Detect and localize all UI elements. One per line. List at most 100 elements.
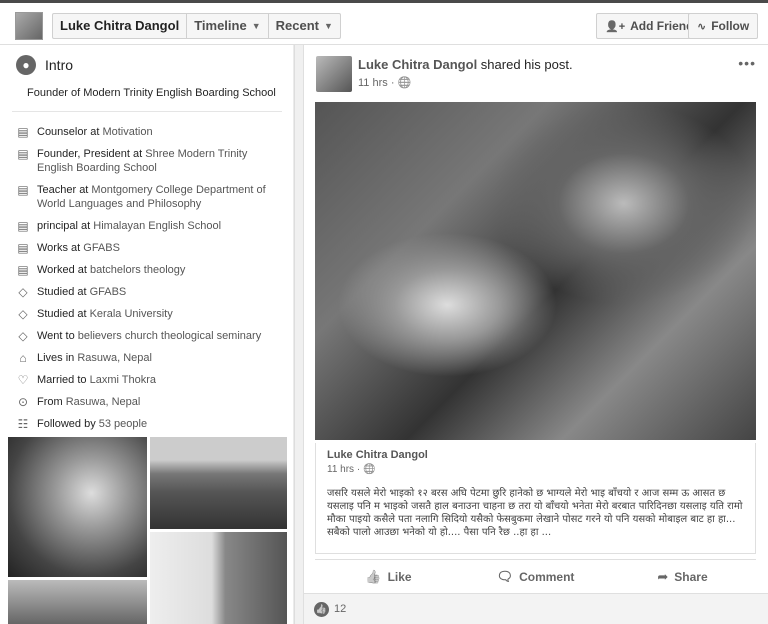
briefcase-icon: ▤ xyxy=(17,183,29,197)
scrollbar[interactable] xyxy=(294,45,303,624)
intro-item-text: Studied at Kerala University xyxy=(37,307,173,321)
intro-item-link[interactable]: Motivation xyxy=(102,126,152,138)
graduation-cap-icon: ◇ xyxy=(18,329,28,343)
intro-item-link[interactable]: Kerala University xyxy=(90,308,173,320)
timeline-label: Timeline xyxy=(194,18,247,33)
intro-item-prefix: Studied at xyxy=(37,308,90,320)
intro-item-link[interactable]: Himalayan English School xyxy=(93,220,221,232)
intro-item-link[interactable]: GFABS xyxy=(83,242,120,254)
intro-item-link[interactable]: believers church theological seminary xyxy=(78,330,261,342)
share-icon: ➦ xyxy=(657,568,669,584)
shared-timestamp[interactable]: 11 hrs xyxy=(327,464,354,475)
intro-items: ▤ Counselor at Motivation ▤ Founder, Presid… xyxy=(16,125,284,439)
chevron-down-icon: ▼ xyxy=(251,21,261,31)
globe-icon: 🌐 xyxy=(362,464,376,475)
intro-item: ▤ Founder, President at Shree Modern Trin… xyxy=(16,147,284,175)
intro-item: ◇ Went to believers church theological se… xyxy=(16,329,284,343)
intro-item-prefix: Married to xyxy=(37,374,90,386)
add-friend-button[interactable]: 👤+ Add Friend xyxy=(596,13,703,39)
home-icon: ⌂ xyxy=(19,351,27,365)
intro-item-link[interactable]: GFABS xyxy=(90,286,127,298)
recent-label: Recent xyxy=(275,18,319,33)
intro-item: ▤ Worked at batchelors theology xyxy=(16,263,284,277)
timeline-tab[interactable]: Timeline ▼ xyxy=(187,14,269,38)
chevron-down-icon: ▼ xyxy=(323,21,333,31)
shared-author-link[interactable]: Luke Chitra Dangol xyxy=(327,449,428,461)
comment-button[interactable]: 🗨 Comment xyxy=(462,560,609,593)
intro-item-prefix: Works at xyxy=(37,242,84,254)
post-author-link[interactable]: Luke Chitra Dangol xyxy=(358,57,477,72)
reactions-bar: 👍 12 xyxy=(304,593,768,624)
followers-icon: ☷ xyxy=(17,417,29,431)
photo-grid xyxy=(8,437,288,624)
intro-item: ◇ Studied at GFABS xyxy=(16,285,284,299)
intro-item: ♡ Married to Laxmi Thokra xyxy=(16,373,284,387)
intro-item-link[interactable]: Rasuwa, Nepal xyxy=(77,352,152,364)
intro-item: ▤ principal at Himalayan English School xyxy=(16,219,284,233)
rss-icon: ∿ xyxy=(697,20,707,33)
like-button[interactable]: 👍 Like xyxy=(315,560,462,593)
intro-item-text: Works at GFABS xyxy=(37,241,120,255)
intro-item-text: From Rasuwa, Nepal xyxy=(37,395,140,409)
post-timestamp[interactable]: 11 hrs xyxy=(358,77,388,89)
photo-thumbnail[interactable] xyxy=(8,580,147,624)
intro-item-text: Lives in Rasuwa, Nepal xyxy=(37,351,152,365)
profile-thumbnail[interactable] xyxy=(15,12,43,40)
photo-thumbnail[interactable] xyxy=(150,532,287,624)
post-meta: 11 hrs · 🌐 xyxy=(358,77,412,89)
like-label: Like xyxy=(387,569,412,584)
briefcase-icon: ▤ xyxy=(17,219,29,233)
intro-item-prefix: Worked at xyxy=(37,264,90,276)
intro-item-prefix: From xyxy=(37,396,66,408)
photo-thumbnail[interactable] xyxy=(8,437,147,577)
intro-panel: ● Intro Founder of Modern Trinity Englis… xyxy=(0,45,293,624)
globe-icon: 🌐 xyxy=(397,77,412,89)
intro-item-text: principal at Himalayan English School xyxy=(37,219,221,233)
like-reaction-icon: 👍 xyxy=(314,601,329,617)
intro-item-link[interactable]: 53 people xyxy=(99,418,147,430)
intro-item: ▤ Works at GFABS xyxy=(16,241,284,255)
location-pin-icon: ⊙ xyxy=(17,395,29,409)
graduation-cap-icon: ◇ xyxy=(18,307,28,321)
intro-item: ⊙ From Rasuwa, Nepal xyxy=(16,395,284,409)
briefcase-icon: ▤ xyxy=(17,241,29,255)
intro-item-prefix: Teacher at xyxy=(37,184,92,196)
post-action-text: shared his post. xyxy=(477,57,573,72)
intro-item: ◇ Studied at Kerala University xyxy=(16,307,284,321)
intro-item-text: Married to Laxmi Thokra xyxy=(37,373,156,387)
shared-meta: 11 hrs · 🌐 xyxy=(327,464,376,475)
intro-item-prefix: Counselor at xyxy=(37,126,103,138)
intro-item-text: Followed by 53 people xyxy=(37,417,147,431)
intro-item-prefix: principal at xyxy=(37,220,94,232)
profile-name: Luke Chitra Dangol xyxy=(60,18,180,33)
comment-icon: 🗨 xyxy=(496,568,514,584)
profile-name-tab[interactable]: Luke Chitra Dangol xyxy=(53,14,188,38)
comment-label: Comment xyxy=(519,569,575,584)
reaction-count[interactable]: 12 xyxy=(334,603,346,615)
intro-item-prefix: Followed by xyxy=(37,418,99,430)
share-button[interactable]: ➦ Share xyxy=(609,560,756,593)
profile-nav: Luke Chitra Dangol Timeline ▼ Recent ▼ xyxy=(52,13,341,39)
intro-item-link[interactable]: Rasuwa, Nepal xyxy=(66,396,141,408)
post-card: Luke Chitra Dangol shared his post. 11 h… xyxy=(303,45,768,624)
intro-item-text: Counselor at Motivation xyxy=(37,125,153,139)
intro-header: ● Intro xyxy=(16,55,73,75)
briefcase-icon: ▤ xyxy=(17,147,29,161)
intro-item-text: Founder, President at Shree Modern Trini… xyxy=(37,147,284,175)
photo-thumbnail[interactable] xyxy=(150,437,287,529)
intro-item-prefix: Studied at xyxy=(37,286,90,298)
intro-item-text: Teacher at Montgomery College Department… xyxy=(37,183,284,211)
intro-item: ▤ Teacher at Montgomery College Departmen… xyxy=(16,183,284,211)
graduation-cap-icon: ◇ xyxy=(18,285,28,299)
post-photo[interactable] xyxy=(315,102,756,440)
post-header: Luke Chitra Dangol shared his post. xyxy=(358,57,573,72)
follow-button[interactable]: ∿ Follow xyxy=(688,13,759,39)
avatar[interactable] xyxy=(316,56,352,92)
intro-item-link[interactable]: batchelors theology xyxy=(90,264,185,276)
follow-label: Follow xyxy=(711,19,750,33)
intro-item-link[interactable]: Laxmi Thokra xyxy=(90,374,156,386)
more-options-icon[interactable]: ••• xyxy=(738,55,756,71)
intro-bio: Founder of Modern Trinity English Boardi… xyxy=(27,87,276,99)
intro-item: ☷ Followed by 53 people xyxy=(16,417,284,431)
recent-tab[interactable]: Recent ▼ xyxy=(269,14,340,38)
